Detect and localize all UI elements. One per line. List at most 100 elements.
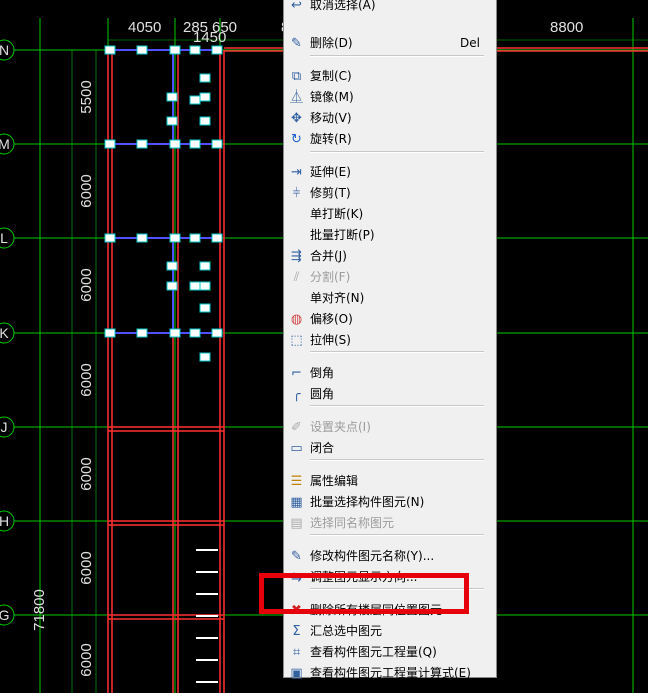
axis-bubble-L: L <box>0 227 15 249</box>
grip-point <box>136 45 148 55</box>
menu-separator <box>310 405 484 407</box>
menu-item-17: ✐ 设置夹点(I) <box>284 417 496 438</box>
svg-text:N: N <box>0 42 9 58</box>
menu-item-label: 镜像(M) <box>310 90 354 104</box>
grip-point <box>136 233 148 243</box>
batch-select-icon: ▦ <box>290 495 303 510</box>
grip-point <box>199 92 211 102</box>
menu-item-18[interactable]: ▭ 闭合 <box>284 438 496 459</box>
rotate-icon: ↻ <box>291 132 302 147</box>
merge-icon: ⇶ <box>291 249 302 264</box>
grip-point <box>169 139 181 149</box>
grip-point <box>136 328 148 338</box>
offset-icon: ◍ <box>290 312 303 327</box>
menu-item-19[interactable]: ☰ 属性编辑 <box>284 471 496 492</box>
axis-bubble-H: H <box>0 510 15 532</box>
deselect-icon: ↩ <box>291 0 302 13</box>
grip-point <box>189 233 201 243</box>
menu-item-14[interactable]: ⬚ 拉伸(S) <box>284 330 496 351</box>
menu-item-label: 修改构件图元名称(Y)... <box>310 549 435 563</box>
menu-item-label: 批量打断(P) <box>310 228 375 242</box>
menu-item-label: 偏移(O) <box>310 312 353 326</box>
menu-item-9[interactable]: 批量打断(P) <box>284 225 496 246</box>
svg-text:K: K <box>0 325 9 341</box>
menu-item-7[interactable]: ⫩ 修剪(T) <box>284 183 496 204</box>
menu-item-label: 汇总选中图元 <box>310 624 383 638</box>
top-dimension-label: 4050 <box>128 19 161 36</box>
grip-point <box>104 233 116 243</box>
menu-item-12[interactable]: 单对齐(N) <box>284 288 496 309</box>
chamfer-icon: ⌐ <box>291 366 302 381</box>
menu-item-5[interactable]: ↻ 旋转(R) <box>284 129 496 150</box>
menu-item-25[interactable]: Σ 汇总选中图元 <box>284 621 496 642</box>
menu-item-shortcut: Del <box>460 36 480 50</box>
menu-item-1[interactable]: ✎ 删除(D) Del <box>284 33 496 54</box>
menu-item-0[interactable]: ↩ 取消选择(A) <box>284 0 496 16</box>
top-dimension-label: 1450 <box>193 29 226 46</box>
grip-point <box>136 139 148 149</box>
grip-point <box>189 45 201 55</box>
menu-item-11: ⫽ 分割(F) <box>284 267 496 288</box>
menu-item-label: 属性编辑 <box>310 474 359 488</box>
menu-item-label: 删除(D) <box>310 36 353 50</box>
grip-point <box>166 92 178 102</box>
menu-item-label: 查看构件图元工程量计算式(E) <box>310 666 471 680</box>
grip-point <box>104 139 116 149</box>
left-dimension-label: 6000 <box>78 174 95 207</box>
menu-item-10[interactable]: ⇶ 合并(J) <box>284 246 496 267</box>
menu-item-label: 分割(F) <box>310 270 351 284</box>
menu-separator <box>310 351 484 353</box>
menu-item-4[interactable]: ✥ 移动(V) <box>284 108 496 129</box>
menu-item-21: ▤ 选择同名称图元 <box>284 513 496 534</box>
menu-item-label: 拉伸(S) <box>310 333 351 347</box>
left-dimension-label: 6000 <box>78 457 95 490</box>
formula-icon: ▣ <box>290 666 303 681</box>
menu-item-15[interactable]: ⌐ 倒角 <box>284 363 496 384</box>
menu-item-label: 查看构件图元工程量(Q) <box>310 645 437 659</box>
svg-text:L: L <box>0 230 8 246</box>
top-dimension-label: 8800 <box>550 19 583 36</box>
axis-bubble-K: K <box>0 322 15 344</box>
menu-item-22[interactable]: ✎ 修改构件图元名称(Y)... <box>284 546 496 567</box>
menu-item-8[interactable]: 单打断(K) <box>284 204 496 225</box>
svg-text:G: G <box>0 607 9 623</box>
grip-point <box>166 116 178 126</box>
grip-icon: ✐ <box>291 420 302 435</box>
grip-point <box>104 328 116 338</box>
menu-item-label: 单打断(K) <box>310 207 364 221</box>
menu-item-label: 移动(V) <box>310 111 352 125</box>
menu-item-label: 选择同名称图元 <box>310 516 395 530</box>
menu-item-label: 批量选择构件图元(N) <box>310 495 425 509</box>
axis-bubble-J: J <box>0 416 15 438</box>
quantity-icon: ⌗ <box>292 645 301 660</box>
grip-point <box>189 328 201 338</box>
menu-item-6[interactable]: ⇥ 延伸(E) <box>284 162 496 183</box>
menu-item-label: 设置夹点(I) <box>310 420 371 434</box>
menu-item-2[interactable]: ⧉ 复制(C) <box>284 66 496 87</box>
menu-item-3[interactable]: ⏅ 镜像(M) <box>284 87 496 108</box>
stretch-icon: ⬚ <box>290 333 303 348</box>
menu-item-label: 旋转(R) <box>310 132 352 146</box>
menu-item-27[interactable]: ▣ 查看构件图元工程量计算式(E) <box>284 663 496 684</box>
left-dimension-label: 6000 <box>78 268 95 301</box>
menu-item-label: 单对齐(N) <box>310 291 365 305</box>
grip-point <box>211 45 223 55</box>
trim-icon: ⫩ <box>292 186 301 201</box>
grip-point <box>199 352 211 362</box>
left-dimension-label: 6000 <box>78 363 95 396</box>
extend-icon: ⇥ <box>291 165 302 180</box>
grip-point <box>104 45 116 55</box>
left-dimension-label: 5500 <box>78 80 95 113</box>
menu-item-26[interactable]: ⌗ 查看构件图元工程量(Q) <box>284 642 496 663</box>
grip-point <box>199 281 211 291</box>
menu-item-label: 取消选择(A) <box>310 0 376 12</box>
grip-point <box>199 73 211 83</box>
grip-point <box>211 139 223 149</box>
menu-item-13[interactable]: ◍ 偏移(O) <box>284 309 496 330</box>
grip-point <box>199 116 211 126</box>
grip-point <box>211 233 223 243</box>
menu-item-20[interactable]: ▦ 批量选择构件图元(N) <box>284 492 496 513</box>
rename-icon: ✎ <box>291 549 302 564</box>
grip-point <box>166 281 178 291</box>
menu-item-16[interactable]: ╭ 圆角 <box>284 384 496 405</box>
